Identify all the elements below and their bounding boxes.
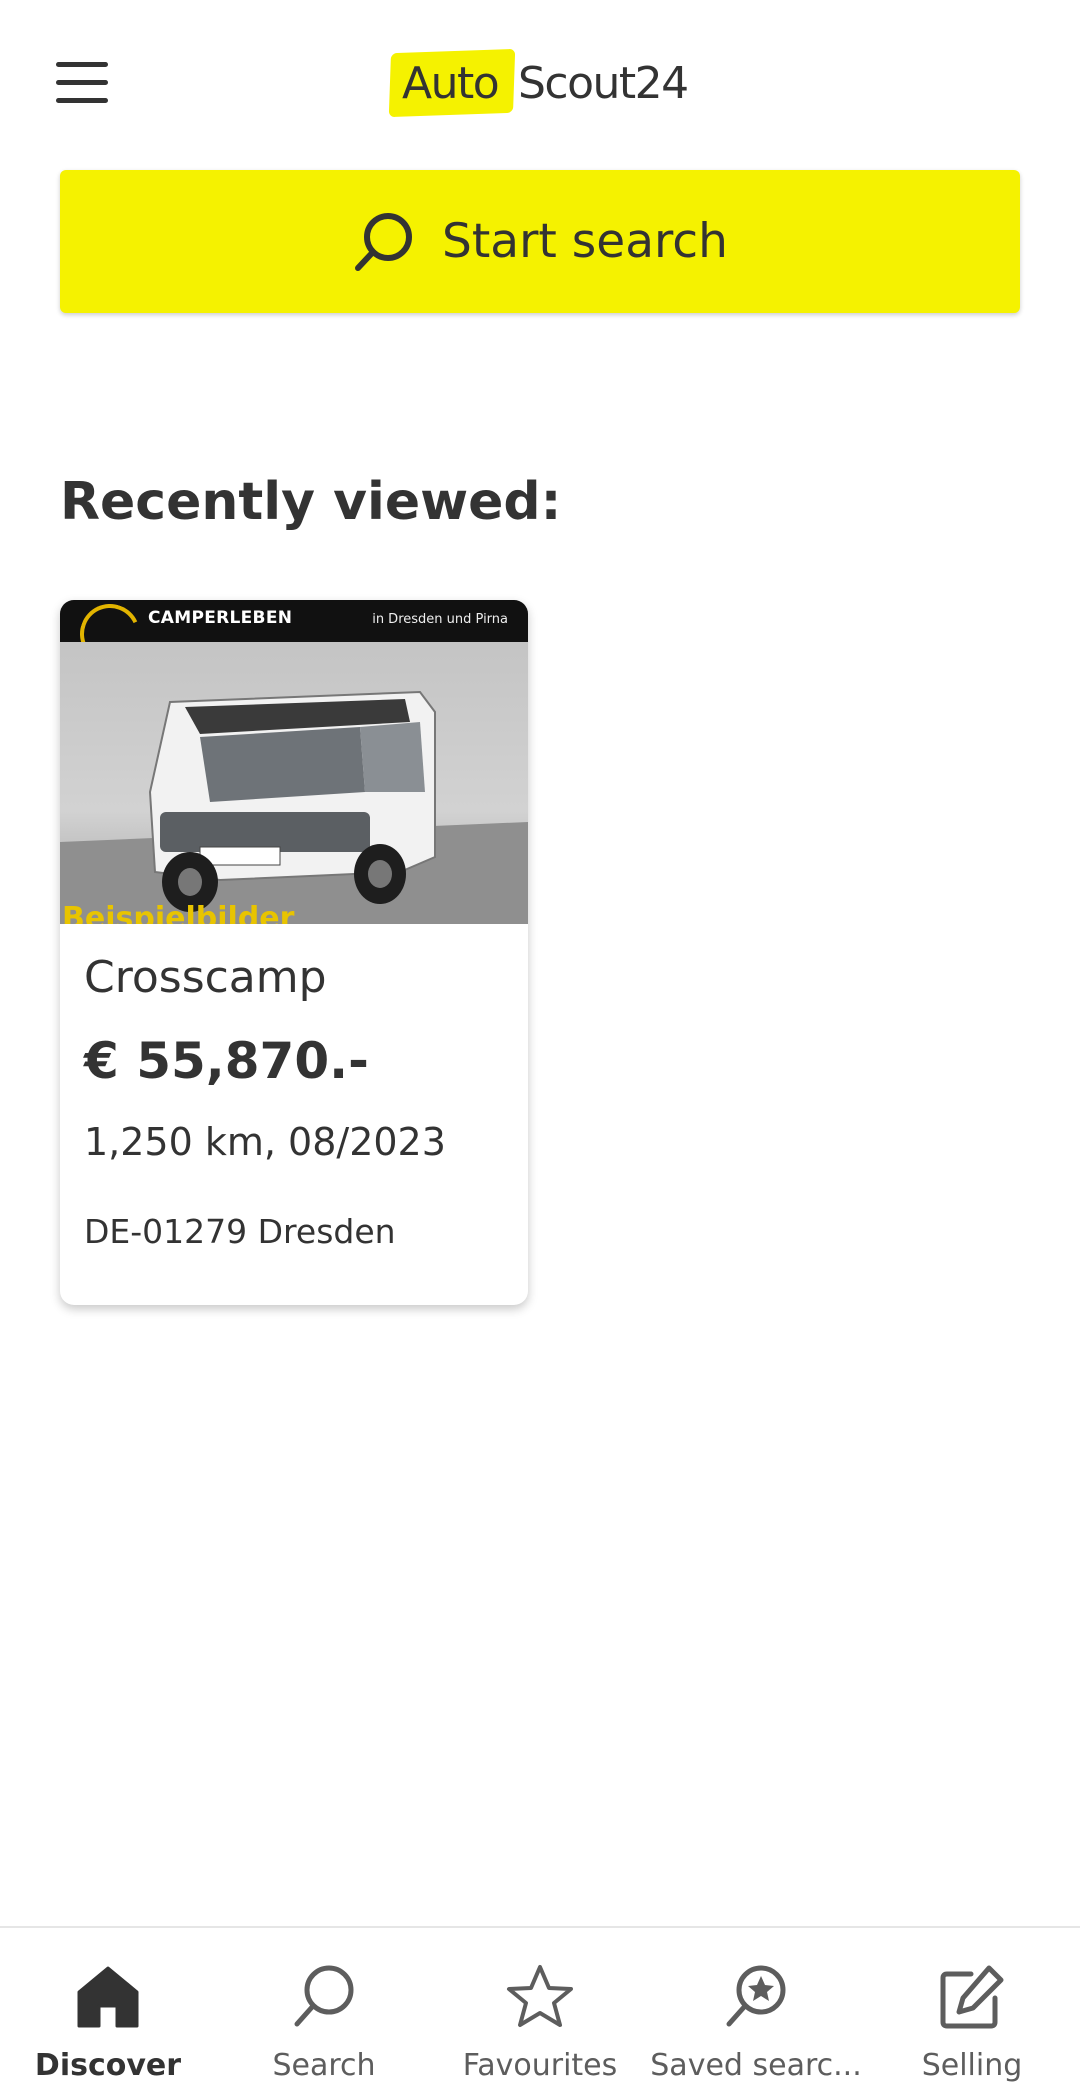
image-caption: Beispielbilder bbox=[62, 901, 295, 924]
listing-image[interactable]: CAMPERLEBEN in Dresden und Pirna Beispie… bbox=[60, 600, 528, 924]
listing-mileage-date: 1,250 km, 08/2023 bbox=[84, 1120, 446, 1164]
nav-item-discover[interactable]: Discover bbox=[0, 1928, 216, 2097]
nav-label-selling: Selling bbox=[921, 2048, 1023, 2083]
dealer-banner: CAMPERLEBEN in Dresden und Pirna bbox=[60, 600, 528, 673]
saved-search-icon bbox=[726, 1965, 786, 2027]
app-header: Auto Scout24 bbox=[0, 0, 1080, 170]
recently-viewed-listing-card[interactable]: CAMPERLEBEN in Dresden und Pirna Beispie… bbox=[60, 600, 528, 1305]
start-search-label: Start search bbox=[442, 214, 728, 269]
hamburger-menu-icon[interactable] bbox=[52, 58, 114, 110]
nav-item-favourites[interactable]: Favourites bbox=[432, 1928, 648, 2097]
edit-icon bbox=[940, 1965, 1004, 2029]
logo-text-scout: Scout24 bbox=[518, 58, 689, 109]
search-icon bbox=[355, 212, 413, 271]
nav-label-favourites: Favourites bbox=[462, 2048, 618, 2083]
nav-item-saved-searches[interactable]: Saved searc... bbox=[648, 1928, 864, 2097]
recently-viewed-heading: Recently viewed: bbox=[60, 472, 562, 532]
start-search-button[interactable]: Start search bbox=[60, 170, 1020, 313]
listing-location: DE-01279 Dresden bbox=[84, 1212, 396, 1251]
nav-label-search: Search bbox=[272, 2048, 376, 2083]
nav-label-discover: Discover bbox=[34, 2048, 182, 2083]
nav-label-saved-searches: Saved searc... bbox=[650, 2048, 862, 2083]
search-icon bbox=[294, 1965, 354, 2027]
listing-title: Crosscamp bbox=[84, 952, 327, 1003]
autoscout24-logo[interactable]: Auto Scout24 bbox=[388, 45, 690, 125]
dealer-banner-brand: CAMPERLEBEN bbox=[148, 608, 293, 628]
home-icon bbox=[77, 1966, 139, 2028]
logo-text-auto: Auto bbox=[402, 58, 500, 109]
nav-item-search[interactable]: Search bbox=[216, 1928, 432, 2097]
bottom-navigation: Discover Search Favourites Saved searc..… bbox=[0, 1926, 1080, 2097]
listing-price: € 55,870.- bbox=[84, 1032, 369, 1090]
nav-item-selling[interactable]: Selling bbox=[864, 1928, 1080, 2097]
camper-van-photo bbox=[60, 642, 528, 924]
dealer-banner-location: in Dresden und Pirna bbox=[372, 612, 508, 627]
star-icon bbox=[507, 1965, 573, 2027]
